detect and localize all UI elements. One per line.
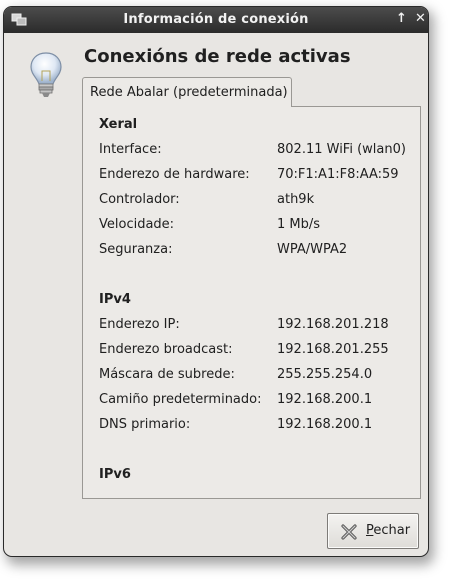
field-label-primary-dns: DNS primario: xyxy=(99,417,191,432)
connection-details-panel xyxy=(82,106,421,499)
close-button-label: Pechar xyxy=(366,523,410,538)
section-title-general: Xeral xyxy=(99,117,138,132)
close-button-label-rest: echar xyxy=(373,523,411,538)
field-value-ip-address: 192.168.201.218 xyxy=(277,317,389,332)
close-button[interactable]: Pechar xyxy=(327,513,419,549)
field-value-driver: ath9k xyxy=(277,192,315,207)
field-value-speed: 1 Mb/s xyxy=(277,217,321,232)
field-value-subnet-mask: 255.255.254.0 xyxy=(277,367,373,382)
connection-info-dialog: Información de conexión ↑ ✕ Conexións de… xyxy=(3,6,429,557)
field-value-security: WPA/WPA2 xyxy=(277,242,348,257)
shade-button-icon[interactable]: ↑ xyxy=(396,11,407,26)
field-label-interface: Interface: xyxy=(99,142,162,157)
field-label-subnet-mask: Máscara de subrede: xyxy=(99,367,235,382)
titlebar[interactable]: Información de conexión ↑ ✕ xyxy=(4,7,428,33)
field-value-primary-dns: 192.168.200.1 xyxy=(277,417,373,432)
field-value-hardware-address: 70:F1:A1:F8:AA:59 xyxy=(277,167,399,182)
tab-rede-abalar[interactable]: Rede Abalar (predeterminada) xyxy=(82,77,292,107)
close-x-icon xyxy=(341,524,357,540)
lightbulb-icon xyxy=(30,52,62,97)
field-label-driver: Controlador: xyxy=(99,192,180,207)
field-label-speed: Velocidade: xyxy=(99,217,175,232)
field-value-interface: 802.11 WiFi (wlan0) xyxy=(277,142,406,157)
section-title-ipv6: IPv6 xyxy=(99,467,131,482)
field-label-hardware-address: Enderezo de hardware: xyxy=(99,167,250,182)
window-title: Información de conexión xyxy=(123,12,309,27)
page-title: Conexións de rede activas xyxy=(84,46,351,67)
field-label-ip-address: Enderezo IP: xyxy=(99,317,180,332)
close-window-icon[interactable]: ✕ xyxy=(415,11,426,26)
field-label-broadcast: Enderezo broadcast: xyxy=(99,342,233,357)
section-title-ipv4: IPv4 xyxy=(99,292,131,307)
field-value-default-route: 192.168.200.1 xyxy=(277,392,373,407)
field-label-default-route: Camiño predeterminado: xyxy=(99,392,262,407)
field-value-broadcast: 192.168.201.255 xyxy=(277,342,389,357)
field-label-security: Seguranza: xyxy=(99,242,173,257)
